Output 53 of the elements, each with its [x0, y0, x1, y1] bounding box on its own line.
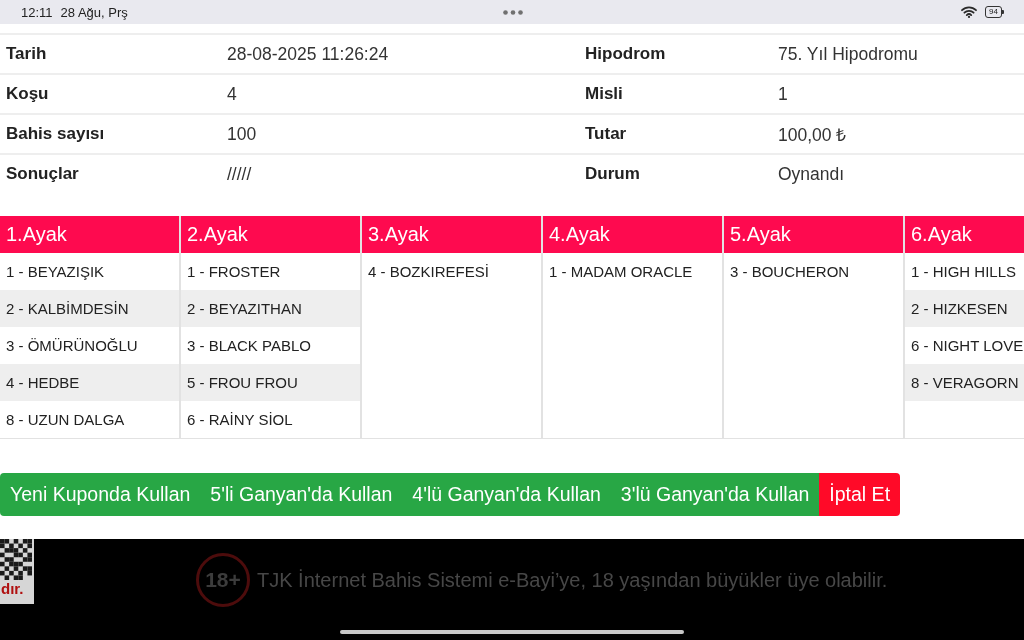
age-notice-text: TJK İnternet Bahis Sistemi e-Bayi’ye, 18 yaşından büyükler üye olabilir.	[257, 568, 888, 592]
horse-entry: 1 - BEYAZIŞIK	[5, 262, 106, 282]
field-value: 28-08-2025 11:26:24	[227, 43, 390, 65]
field-value: 100,00 ₺	[778, 124, 848, 146]
field-label: Durum	[585, 164, 641, 184]
leg-header: 3.Ayak	[362, 216, 541, 253]
horse-entry: 4 - HEDBE	[0, 364, 179, 401]
horse-entry: 4 - BOZKIREFESİ	[367, 262, 490, 282]
field-value: 4	[227, 83, 238, 105]
leg-header: 1.Ayak	[0, 216, 179, 253]
leg-header: 4.Ayak	[543, 216, 722, 253]
action-button[interactable]: 5'li Ganyan'da Kullan	[200, 473, 403, 516]
horse-entry: 2 - KALBİMDESİN	[0, 290, 179, 327]
horse-entry: 1 - HIGH HILLS	[910, 262, 1018, 282]
horse-entry: 3 - ÖMÜRÜNOĞLU	[5, 336, 139, 356]
field-value: 1	[778, 83, 789, 105]
leg-header: 6.Ayak	[905, 216, 1024, 253]
horse-entry: 3 - BOUCHERON	[729, 262, 851, 282]
battery-indicator: 94	[985, 6, 1004, 18]
leg-header: 2.Ayak	[181, 216, 360, 253]
horse-entry: 2 - HIZKESEN	[905, 290, 1024, 327]
field-value: 75. Yıl Hipodromu	[778, 43, 919, 65]
horse-entry: 8 - VERAGORN	[905, 364, 1024, 401]
horse-entry: 6 - NIGHT LOVE	[910, 336, 1024, 356]
wifi-icon	[961, 6, 978, 18]
field-label: Bahis sayısı	[6, 124, 106, 144]
horse-entry: 3 - BLACK PABLO	[186, 336, 312, 356]
field-value: /////	[227, 163, 253, 185]
banner-caption: dır.	[0, 580, 24, 598]
field-label: Koşu	[6, 84, 50, 104]
field-label: Sonuçlar	[6, 164, 80, 184]
horse-entry: 8 - UZUN DALGA	[5, 410, 126, 430]
horse-entry: 2 - BEYAZITHAN	[181, 290, 360, 327]
horse-entry: 6 - RAİNY SİOL	[186, 410, 294, 430]
field-value: 100	[227, 123, 258, 145]
qr-code-icon	[0, 539, 32, 580]
age-limit-badge: 18+	[196, 553, 250, 607]
field-label: Hipodrom	[585, 44, 667, 64]
more-dots-icon[interactable]	[502, 9, 523, 15]
horse-entry: 1 - FROSTER	[186, 262, 282, 282]
horse-entry: 1 - MADAM ORACLE	[548, 262, 694, 282]
field-label: Misli	[585, 84, 624, 104]
action-button[interactable]: 3'lü Ganyan'da Kullan	[610, 473, 820, 516]
field-label: Tutar	[585, 124, 628, 144]
action-button[interactable]: Yeni Kuponda Kullan	[0, 473, 201, 516]
date-text: 28 Ağu, Prş	[60, 4, 128, 20]
field-value: Oynandı	[778, 163, 846, 185]
clock-time: 12:11	[21, 4, 53, 20]
leg-header: 5.Ayak	[724, 216, 903, 253]
field-label: Tarih	[6, 44, 48, 64]
cancel-button[interactable]: İptal Et	[819, 473, 901, 516]
horse-entry: 5 - FROU FROU	[181, 364, 360, 401]
action-button[interactable]: 4'lü Ganyan'da Kullan	[402, 473, 611, 516]
